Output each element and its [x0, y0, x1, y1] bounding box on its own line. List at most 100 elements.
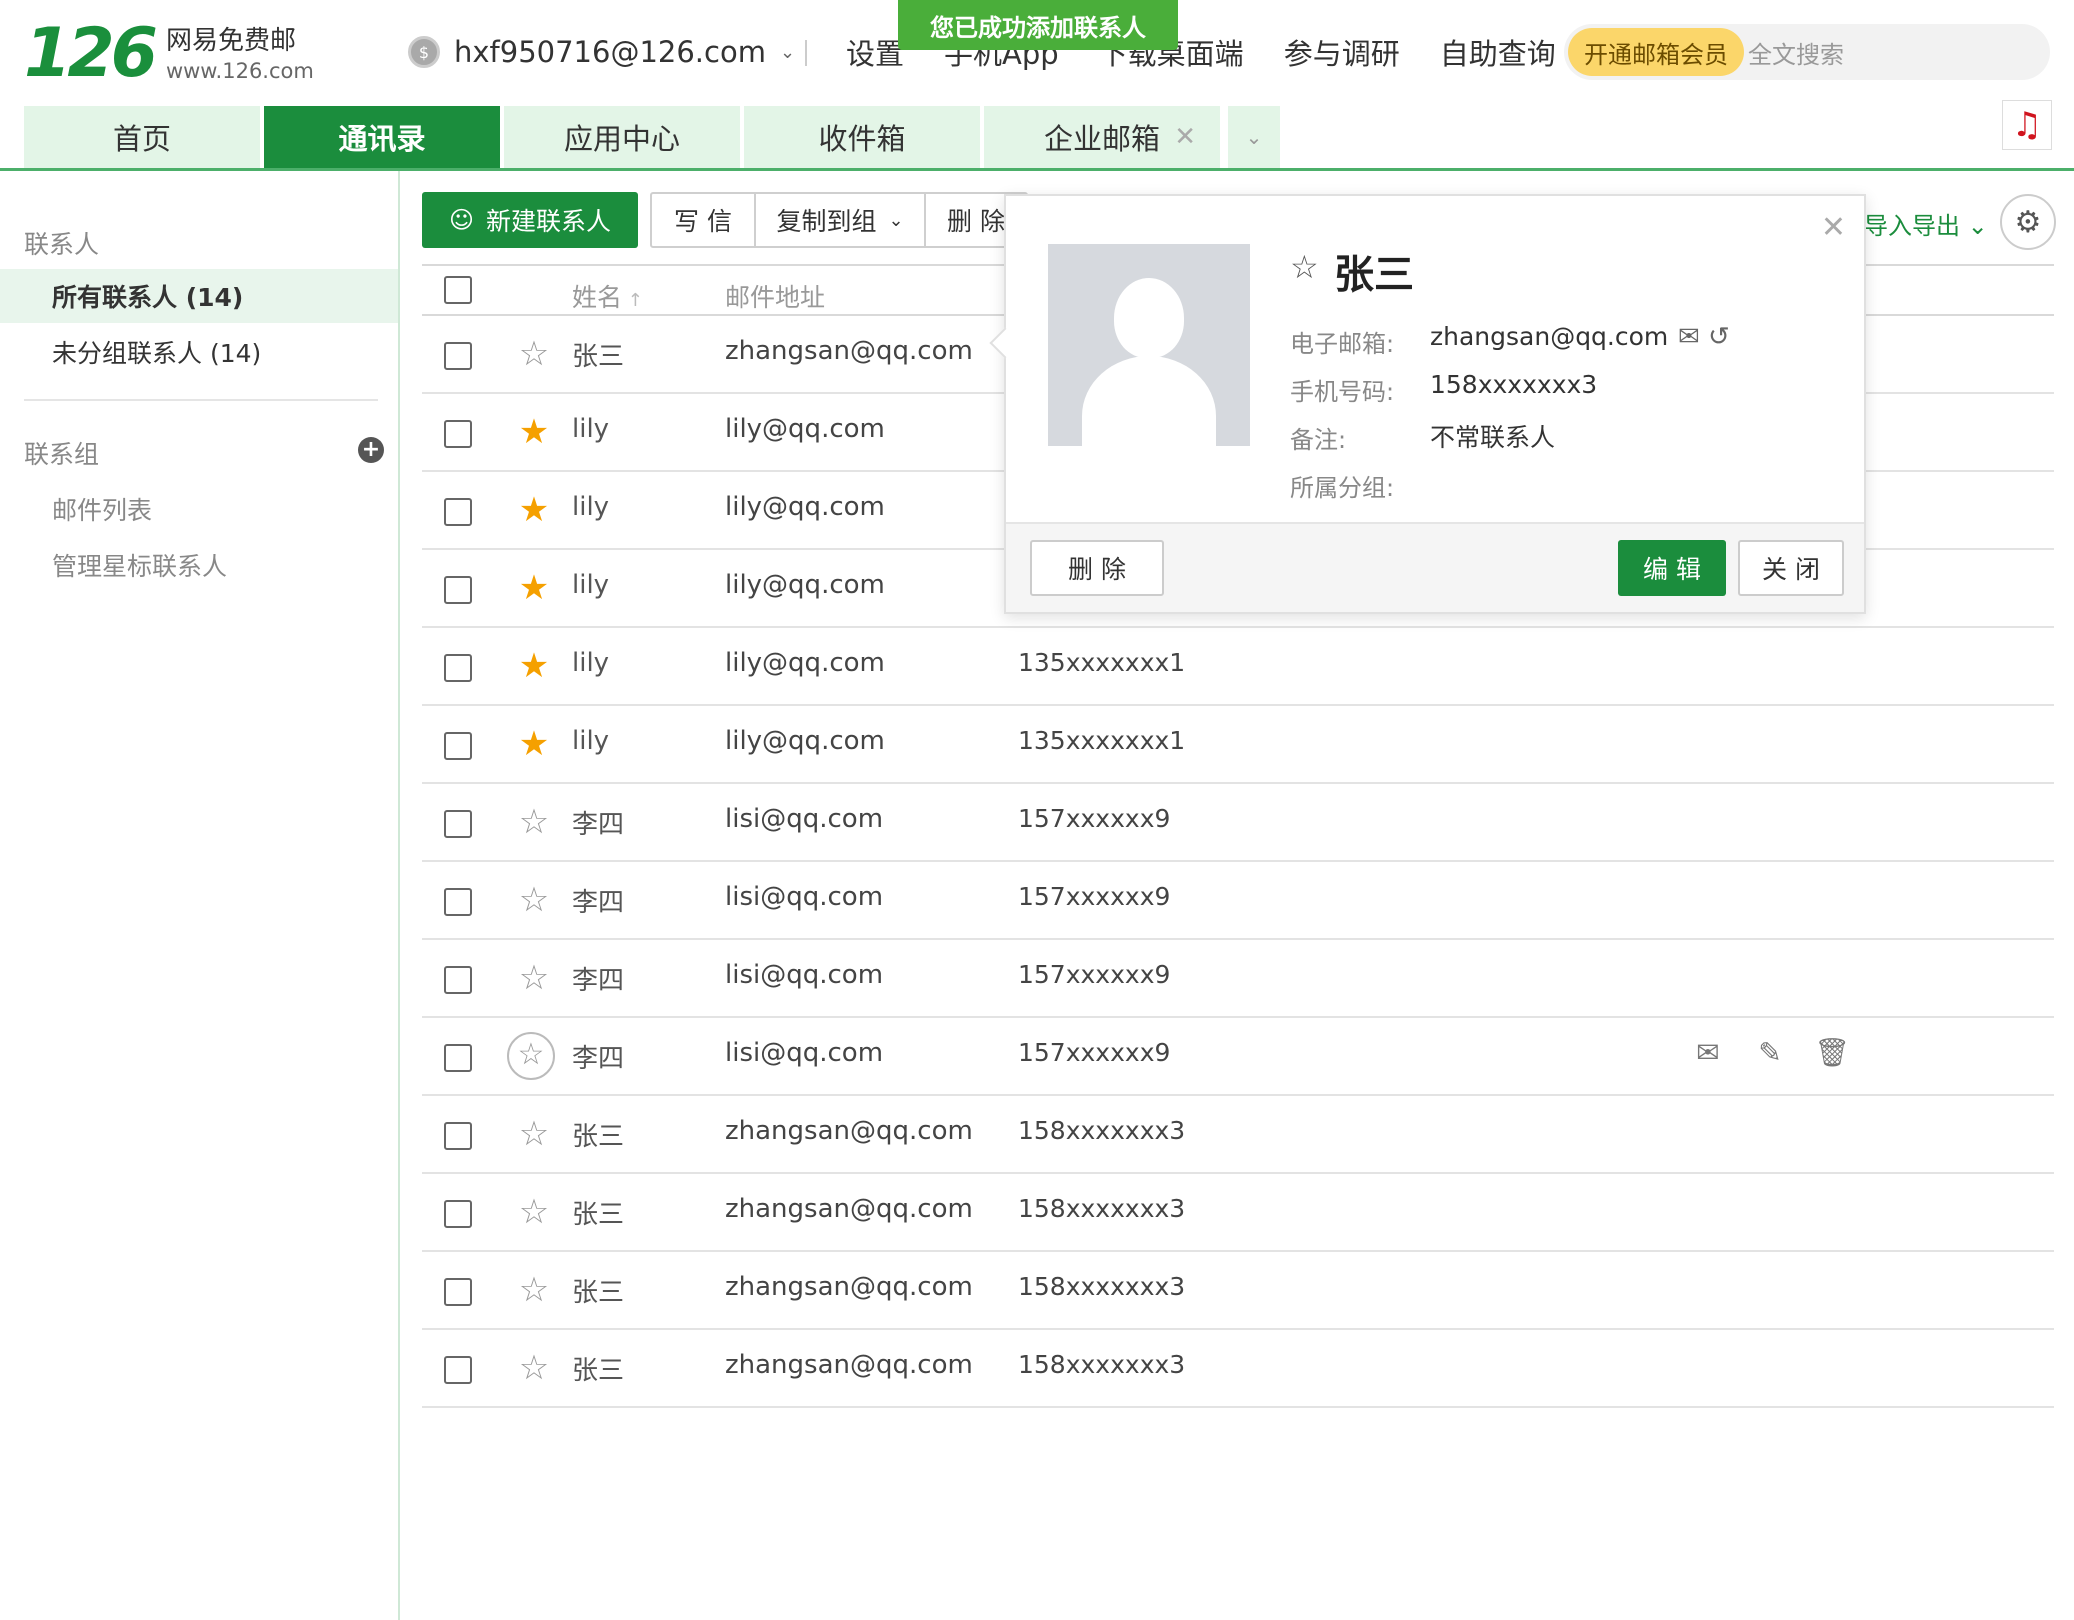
star-icon[interactable]: ☆ [514, 1114, 554, 1154]
table-row[interactable]: ★ lily lily@qq.com 135xxxxxxx1 [422, 706, 2054, 784]
row-checkbox[interactable] [444, 966, 472, 994]
tab-inbox[interactable]: 收件箱 [744, 106, 980, 168]
row-checkbox[interactable] [444, 1356, 472, 1384]
star-icon[interactable]: ☆ [514, 880, 554, 920]
star-icon[interactable]: ☆ [514, 958, 554, 998]
new-contact-button[interactable]: ☺ 新建联系人 [422, 192, 638, 248]
contact-name[interactable]: lily [572, 492, 609, 522]
contact-email[interactable]: lisi@qq.com [725, 804, 883, 834]
gear-icon[interactable]: ⚙ [2000, 194, 2056, 250]
close-icon[interactable]: ✕ [1174, 122, 1196, 152]
table-row[interactable]: ☆ 张三 zhangsan@qq.com 158xxxxxxx3 [422, 1330, 2054, 1408]
contact-name[interactable]: 李四 [572, 882, 624, 919]
row-checkbox[interactable] [444, 654, 472, 682]
contact-name[interactable]: 李四 [572, 804, 624, 841]
star-icon[interactable]: ☆ [514, 1192, 554, 1232]
mail-icon[interactable]: ✉ [1678, 322, 1700, 352]
column-header-name[interactable]: 姓名 ↑ [572, 278, 643, 314]
table-row[interactable]: ☆ 李四 lisi@qq.com 157xxxxxx9 [422, 862, 2054, 940]
star-icon[interactable]: ★ [514, 646, 554, 686]
sidebar-item-mail-list[interactable]: 邮件列表 [52, 491, 152, 527]
contact-email[interactable]: zhangsan@qq.com [725, 1272, 973, 1302]
star-icon[interactable]: ☆ [514, 1348, 554, 1388]
star-icon[interactable]: ☆ [514, 1270, 554, 1310]
row-checkbox[interactable] [444, 732, 472, 760]
contact-name[interactable]: 张三 [572, 1350, 624, 1387]
row-checkbox[interactable] [444, 810, 472, 838]
logo[interactable]: 126 网易免费邮 www.126.com [24, 14, 314, 94]
row-checkbox[interactable] [444, 342, 472, 370]
row-checkbox[interactable] [444, 420, 472, 448]
table-row[interactable]: ☆ 李四 lisi@qq.com 157xxxxxx9 ✉ ✎ 🗑 [422, 1018, 2054, 1096]
row-checkbox[interactable] [444, 576, 472, 604]
nav-settings[interactable]: 设置 [846, 31, 904, 73]
star-icon[interactable]: ☆ [514, 334, 554, 374]
chevron-down-icon[interactable]: ⌄ [1228, 106, 1280, 168]
select-all-checkbox[interactable] [444, 276, 472, 304]
import-export-button[interactable]: 导入导出 ⌄ [1864, 206, 1988, 241]
contact-name[interactable]: 张三 [572, 336, 624, 373]
tab-enterprise-mail[interactable]: 企业邮箱 ✕ [984, 106, 1220, 168]
pencil-icon[interactable]: ✎ [1748, 1036, 1792, 1069]
sidebar-item-ungrouped[interactable]: 未分组联系人 (14) [0, 325, 398, 379]
contact-email[interactable]: lily@qq.com [725, 648, 885, 678]
add-group-icon[interactable]: + [358, 437, 384, 463]
vip-button[interactable]: 开通邮箱会员 [1568, 28, 1744, 76]
nav-survey[interactable]: 参与调研 [1284, 31, 1400, 73]
table-row[interactable]: ☆ 张三 zhangsan@qq.com 158xxxxxxx3 [422, 1174, 2054, 1252]
contact-name[interactable]: 张三 [572, 1272, 624, 1309]
search-bar[interactable]: 开通邮箱会员 全文搜索 [1564, 24, 2050, 80]
table-row[interactable]: ★ lily lily@qq.com 135xxxxxxx1 [422, 628, 2054, 706]
contact-email[interactable]: zhangsan@qq.com [725, 1194, 973, 1224]
contact-email[interactable]: zhangsan@qq.com [725, 336, 973, 366]
card-delete-button[interactable]: 删 除 [1030, 540, 1164, 596]
copy-link-icon[interactable]: ↺ [1708, 322, 1730, 352]
contact-email[interactable]: lisi@qq.com [725, 882, 883, 912]
contact-email[interactable]: lily@qq.com [725, 570, 885, 600]
sidebar-item-all-contacts[interactable]: 所有联系人 (14) [0, 269, 398, 323]
star-icon[interactable]: ★ [514, 724, 554, 764]
music-note-icon[interactable]: ♫ [2002, 100, 2052, 150]
contact-email[interactable]: lisi@qq.com [725, 1038, 883, 1068]
contact-email[interactable]: lisi@qq.com [725, 960, 883, 990]
contact-name[interactable]: 李四 [572, 960, 624, 997]
copy-to-group-button[interactable]: 复制到组 ⌄ [756, 194, 926, 246]
contact-name[interactable]: 张三 [572, 1194, 624, 1231]
table-row[interactable]: ☆ 李四 lisi@qq.com 157xxxxxx9 [422, 784, 2054, 862]
contact-email[interactable]: zhangsan@qq.com [725, 1116, 973, 1146]
contact-name[interactable]: lily [572, 570, 609, 600]
table-row[interactable]: ☆ 李四 lisi@qq.com 157xxxxxx9 [422, 940, 2054, 1018]
close-icon[interactable]: ✕ [1821, 210, 1846, 245]
contact-email[interactable]: lily@qq.com [725, 726, 885, 756]
contact-name[interactable]: 张三 [572, 1116, 624, 1153]
contact-email[interactable]: zhangsan@qq.com [725, 1350, 973, 1380]
row-checkbox[interactable] [444, 498, 472, 526]
row-checkbox[interactable] [444, 1278, 472, 1306]
star-icon[interactable]: ☆ [514, 802, 554, 842]
contact-email[interactable]: lily@qq.com [725, 492, 885, 522]
contact-name[interactable]: lily [572, 414, 609, 444]
row-checkbox[interactable] [444, 1200, 472, 1228]
tab-contacts[interactable]: 通讯录 [264, 106, 500, 168]
row-checkbox[interactable] [444, 888, 472, 916]
contact-name[interactable]: lily [572, 648, 609, 678]
card-edit-button[interactable]: 编 辑 [1618, 540, 1726, 596]
star-icon[interactable]: ☆ [507, 1032, 555, 1080]
star-icon[interactable]: ★ [514, 568, 554, 608]
account-menu[interactable]: $ hxf950716@126.com ⌄ [408, 30, 795, 74]
sidebar-item-manage-starred[interactable]: 管理星标联系人 [52, 547, 227, 583]
star-icon[interactable]: ★ [514, 412, 554, 452]
row-checkbox[interactable] [444, 1122, 472, 1150]
star-icon[interactable]: ☆ [1290, 248, 1319, 286]
search-input[interactable]: 全文搜索 [1748, 35, 1844, 70]
mail-icon[interactable]: ✉ [1686, 1036, 1730, 1069]
contact-name[interactable]: 李四 [572, 1038, 624, 1075]
card-close-button[interactable]: 关 闭 [1738, 540, 1844, 596]
write-button[interactable]: 写 信 [652, 194, 756, 246]
row-checkbox[interactable] [444, 1044, 472, 1072]
table-row[interactable]: ☆ 张三 zhangsan@qq.com 158xxxxxxx3 [422, 1096, 2054, 1174]
tab-app-center[interactable]: 应用中心 [504, 106, 740, 168]
contact-email[interactable]: lily@qq.com [725, 414, 885, 444]
table-row[interactable]: ☆ 张三 zhangsan@qq.com 158xxxxxxx3 [422, 1252, 2054, 1330]
tab-home[interactable]: 首页 [24, 106, 260, 168]
